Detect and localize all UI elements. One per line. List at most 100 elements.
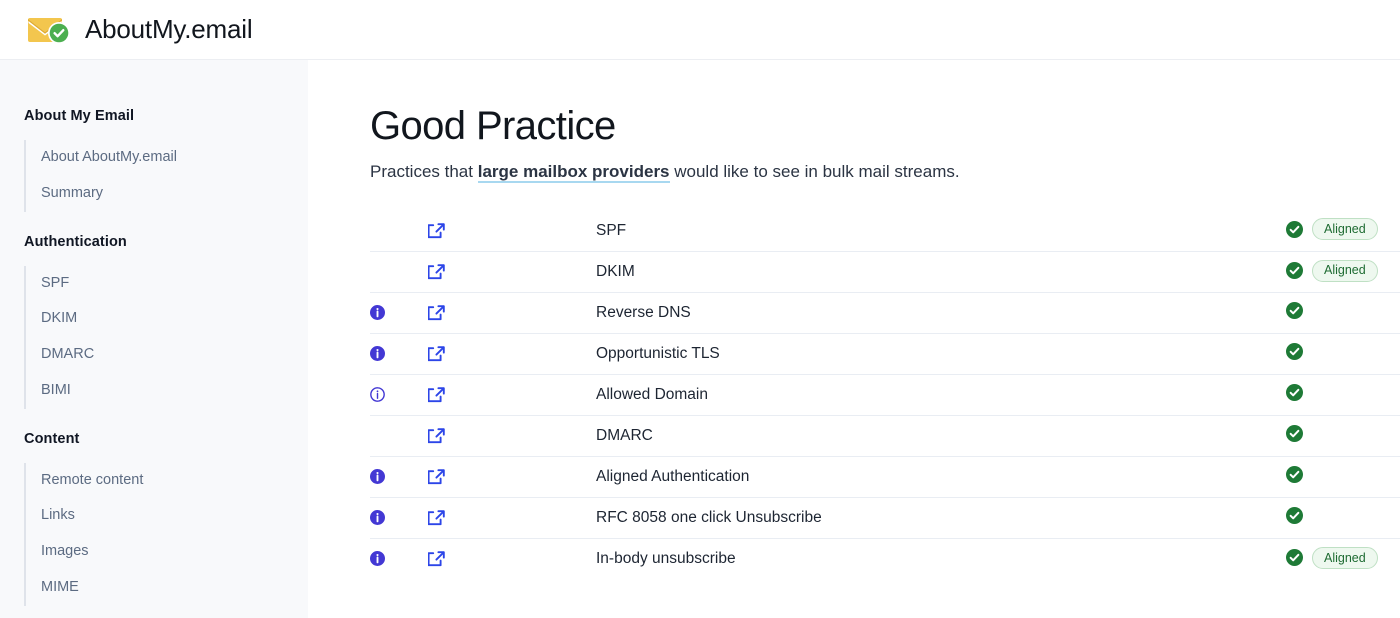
table-row: DMARC <box>370 415 1400 457</box>
table-row: Allowed Domain <box>370 374 1400 416</box>
page-shell: About My Email About AboutMy.email Summary… <box>0 60 1400 618</box>
status-group <box>1286 301 1303 319</box>
sidebar-item: BIMI <box>26 373 308 409</box>
check-circle-icon <box>1286 383 1303 401</box>
status-group <box>1286 342 1303 360</box>
table-row: DKIM Aligned <box>370 251 1400 293</box>
sidebar-item-spf[interactable]: SPF <box>26 266 308 302</box>
sidebar-item-about-aboutmy-email[interactable]: About AboutMy.email <box>26 140 308 176</box>
page-title: Good Practice <box>370 104 616 148</box>
row-status-cell <box>1286 497 1400 538</box>
external-link-icon[interactable] <box>428 509 446 527</box>
sidebar-item: MIME <box>26 570 308 606</box>
table-row: Reverse DNS <box>370 292 1400 334</box>
status-badge: Aligned <box>1312 546 1378 569</box>
row-name: Reverse DNS <box>596 303 691 321</box>
envelope-check-logo-icon <box>28 13 72 47</box>
check-circle-icon <box>1286 506 1303 524</box>
external-link-icon[interactable] <box>428 222 446 240</box>
status-group: Aligned <box>1286 259 1378 282</box>
row-status-cell <box>1286 292 1400 333</box>
status-badge: Aligned <box>1312 218 1378 241</box>
sidebar-item-images[interactable]: Images <box>26 534 308 570</box>
info-filled-icon[interactable] <box>370 305 385 321</box>
brand-link[interactable]: AboutMy.email <box>28 13 253 47</box>
info-filled-icon[interactable] <box>370 346 385 362</box>
sidebar-item: Images <box>26 534 308 570</box>
external-link-icon[interactable] <box>428 304 446 322</box>
row-link-cell <box>428 374 596 415</box>
sidebar-item: DKIM <box>26 301 308 337</box>
sidebar-group: Authentication SPF DKIM DMARC BIMI <box>0 234 308 409</box>
sidebar-item-links[interactable]: Links <box>26 498 308 534</box>
row-name: Aligned Authentication <box>596 467 750 485</box>
sidebar-item-dmarc[interactable]: DMARC <box>26 337 308 373</box>
sidebar-item: DMARC <box>26 337 308 373</box>
subtitle-text-after: would like to see in bulk mail streams. <box>669 161 960 181</box>
row-name: DKIM <box>596 262 635 280</box>
check-circle-icon <box>1286 465 1303 483</box>
row-status-cell: Aligned <box>1286 210 1400 251</box>
row-info-cell <box>370 538 428 579</box>
status-group <box>1286 383 1303 401</box>
sidebar-item: Remote content <box>26 463 308 499</box>
external-link-icon[interactable] <box>428 345 446 363</box>
row-status-cell <box>1286 456 1400 497</box>
row-status-cell <box>1286 374 1400 415</box>
external-link-icon[interactable] <box>428 427 446 445</box>
row-info-cell <box>370 415 428 456</box>
row-info-cell <box>370 374 428 415</box>
status-group: Aligned <box>1286 546 1378 569</box>
check-circle-icon <box>1286 220 1303 238</box>
row-name: Allowed Domain <box>596 385 708 403</box>
check-circle-icon <box>1286 342 1303 360</box>
page-subtitle: Practices that large mailbox providers w… <box>370 160 1400 185</box>
status-group <box>1286 506 1303 524</box>
info-filled-icon[interactable] <box>370 469 385 485</box>
info-filled-icon[interactable] <box>370 510 385 526</box>
sidebar-item-summary[interactable]: Summary <box>26 176 308 212</box>
row-link-cell <box>428 415 596 456</box>
row-info-cell <box>370 210 428 251</box>
row-info-cell <box>370 333 428 374</box>
sidebar-item-dkim[interactable]: DKIM <box>26 301 308 337</box>
check-circle-icon <box>1286 424 1303 442</box>
status-group <box>1286 465 1303 483</box>
sidebar-item-bimi[interactable]: BIMI <box>26 373 308 409</box>
info-outline-icon[interactable] <box>370 387 385 403</box>
status-group: Aligned <box>1286 218 1378 241</box>
external-link-icon[interactable] <box>428 550 446 568</box>
row-info-cell <box>370 456 428 497</box>
row-info-cell <box>370 251 428 292</box>
good-practice-table: SPF Aligned DKIM Aligned Reverse DNS Opportun… <box>370 210 1400 579</box>
external-link-icon[interactable] <box>428 468 446 486</box>
row-info-cell <box>370 292 428 333</box>
sidebar-item-remote-content[interactable]: Remote content <box>26 463 308 499</box>
info-filled-icon[interactable] <box>370 551 385 567</box>
table-row: RFC 8058 one click Unsubscribe <box>370 497 1400 539</box>
sidebar-item: Summary <box>26 176 308 212</box>
glossary-term-large-mailbox-providers[interactable]: large mailbox providers <box>477 161 670 183</box>
sidebar-item-list: SPF DKIM DMARC BIMI <box>24 265 308 409</box>
row-name: DMARC <box>596 426 653 444</box>
check-circle-icon <box>1286 549 1303 567</box>
subtitle-text-before: Practices that <box>370 161 478 181</box>
sidebar-group-heading: Authentication <box>24 233 127 250</box>
check-circle-icon <box>1286 301 1303 319</box>
table-row: Aligned Authentication <box>370 456 1400 498</box>
table-row: In-body unsubscribe Aligned <box>370 538 1400 579</box>
row-info-cell <box>370 497 428 538</box>
row-name: SPF <box>596 221 627 239</box>
status-group <box>1286 424 1303 442</box>
sidebar-item: SPF <box>26 266 308 302</box>
app-header: AboutMy.email <box>0 0 1400 60</box>
sidebar-item-mime[interactable]: MIME <box>26 570 308 606</box>
external-link-icon[interactable] <box>428 263 446 281</box>
row-name: In-body unsubscribe <box>596 550 736 568</box>
row-link-cell <box>428 538 596 579</box>
sidebar-item: Links <box>26 498 308 534</box>
sidebar-group-heading: Content <box>24 430 80 447</box>
external-link-icon[interactable] <box>428 386 446 404</box>
sidebar-item-list: About AboutMy.email Summary <box>24 140 308 212</box>
row-link-cell <box>428 292 596 333</box>
